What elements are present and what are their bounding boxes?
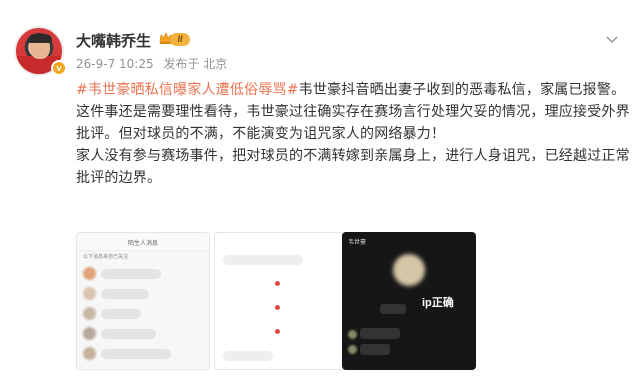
level-badge[interactable]: II: [158, 30, 190, 48]
paragraph-2: 这件事还是需要理性看待，韦世豪过往确实存在赛场言行处理欠妥的情况，理应接受外界批…: [76, 104, 630, 142]
post-meta: 26-9-7 10:25 发布于 北京: [76, 55, 233, 72]
level-number: II: [170, 33, 190, 46]
image-thumbnail-1[interactable]: 陌生人消息 以下消息来自已关注: [76, 232, 210, 370]
paragraph-1: #韦世豪晒私信曝家人遭低俗辱骂#韦世豪抖音晒出妻子收到的恶毒私信，家属已报警。: [76, 79, 632, 101]
unread-dot: [275, 329, 280, 334]
blurred-message-row: [83, 327, 203, 341]
topic-link[interactable]: #韦世豪晒私信曝家人遭低俗辱骂#: [76, 82, 299, 98]
avatar-hair: [28, 34, 52, 43]
blurred-text: [223, 351, 273, 361]
blurred-message-row: [83, 287, 203, 301]
thumbnail-1-title: 陌生人消息: [77, 233, 209, 251]
post-time[interactable]: 26-9-7 10:25: [76, 57, 154, 71]
unread-dot: [275, 305, 280, 310]
thumbnail-1-subtitle: 以下消息来自已关注: [83, 254, 129, 260]
image-thumbnail-3[interactable]: 韦世豪 ip正确: [342, 232, 476, 370]
unread-dot: [275, 281, 280, 286]
paragraph-1-text: 韦世豪抖音晒出妻子收到的恶毒私信，家属已报警。: [298, 82, 626, 98]
dark-bubble: [380, 304, 406, 314]
dark-bubble: [360, 328, 400, 339]
more-options-icon[interactable]: [604, 34, 620, 44]
blurred-avatar-small: [348, 330, 357, 339]
verified-v-icon: v: [51, 60, 67, 76]
thumbnail-3-header: 韦世豪: [348, 240, 367, 246]
username[interactable]: 大嘴韩乔生: [76, 30, 151, 51]
blurred-message-row: [83, 267, 203, 281]
paragraph-3: 家人没有参与赛场事件，把对球员的不满转嫁到亲属身上，进行人身诅咒，已经越过正常批…: [76, 148, 630, 186]
image-thumbnail-2[interactable]: [214, 232, 348, 370]
blurred-avatar-small: [348, 345, 357, 354]
blurred-profile-avatar: [393, 254, 425, 286]
blurred-message-row: [83, 307, 203, 321]
blurred-message-row: [83, 347, 203, 361]
blurred-message-row: [223, 253, 333, 267]
ip-annotation: ip正确: [422, 297, 454, 309]
dark-bubble: [360, 344, 390, 355]
post-source: 发布于 北京: [163, 57, 228, 71]
post-content: #韦世豪晒私信曝家人遭低俗辱骂#韦世豪抖音晒出妻子收到的恶毒私信，家属已报警。 …: [76, 79, 632, 189]
weibo-post: v 大嘴韩乔生 II 26-9-7 10:25 发布于 北京 #韦世豪晒私信曝家…: [0, 0, 639, 388]
